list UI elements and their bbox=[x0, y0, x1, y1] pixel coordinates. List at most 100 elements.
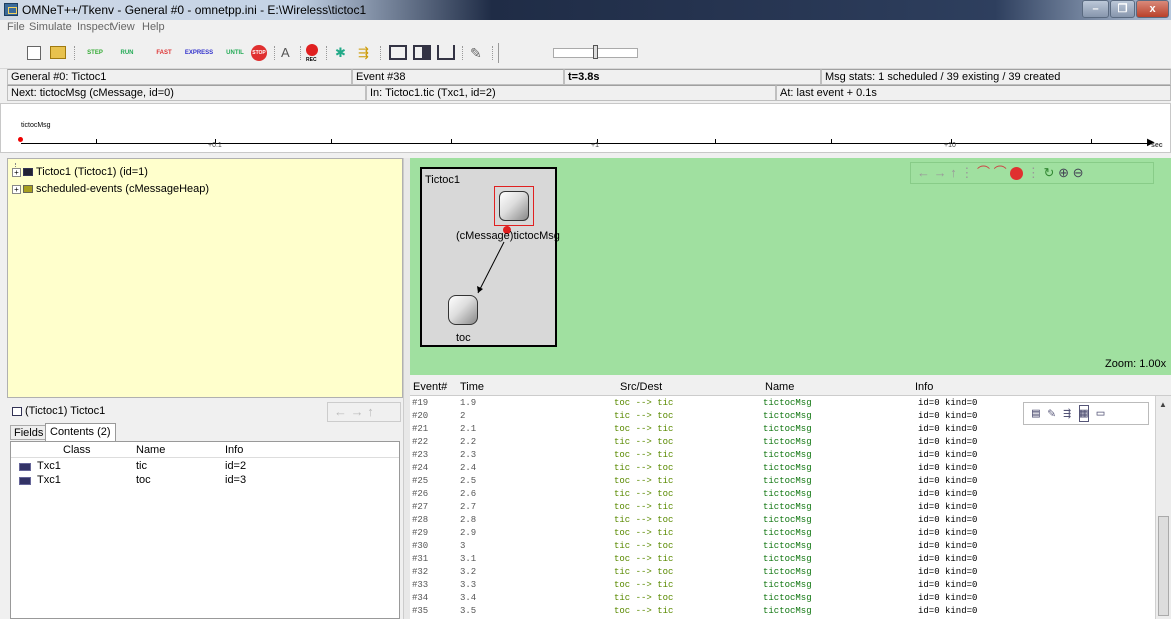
vertical-splitter[interactable] bbox=[403, 158, 410, 619]
filter-icon[interactable]: ⇶ bbox=[1063, 406, 1071, 421]
column-info[interactable]: Info bbox=[915, 381, 933, 393]
log-row[interactable]: #23 2.3 toc --> tic tictocMsg id=0 kind=0 bbox=[410, 450, 1155, 460]
log-row[interactable]: #21 2.1 toc --> tic tictocMsg id=0 kind=0 bbox=[410, 424, 1155, 434]
canvas-toolbar: ← → ↑ ⋮ ⌒ ⌒ ⋮ ↻ ⊕ ⊖ bbox=[910, 162, 1154, 184]
column-srcdest[interactable]: Src/Dest bbox=[620, 381, 662, 393]
menu-view[interactable]: View bbox=[111, 21, 135, 33]
find-icon[interactable]: ✎ bbox=[1048, 406, 1056, 421]
log-row[interactable]: #31 3.1 toc --> tic tictocMsg id=0 kind=0 bbox=[410, 554, 1155, 564]
back-icon[interactable]: ← bbox=[917, 165, 930, 180]
fast-button[interactable]: FAST bbox=[150, 43, 178, 63]
log-row[interactable]: #33 3.3 toc --> tic tictocMsg id=0 kind=0 bbox=[410, 580, 1155, 590]
expand-icon[interactable]: + bbox=[12, 167, 21, 177]
stop-button[interactable]: STOP bbox=[251, 45, 267, 61]
maximize-button[interactable]: ❐ bbox=[1110, 0, 1135, 18]
close-button[interactable]: x bbox=[1136, 0, 1169, 18]
log-cell-t: 3 bbox=[460, 541, 466, 551]
heap-icon bbox=[23, 185, 33, 194]
log-cell-n: tictocMsg bbox=[763, 541, 812, 551]
zoom-in-icon[interactable]: ⊕ bbox=[1058, 165, 1069, 180]
network-module[interactable]: Tictoc1 (cMessage)tictocMsg toc bbox=[420, 167, 560, 347]
zoom-out-icon[interactable]: ⊖ bbox=[1073, 165, 1084, 180]
log-row[interactable]: #27 2.7 toc --> tic tictocMsg id=0 kind=0 bbox=[410, 502, 1155, 512]
log-row[interactable]: #32 3.2 tic --> toc tictocMsg id=0 kind=0 bbox=[410, 567, 1155, 577]
log-header: Event# Time Src/Dest Name Info bbox=[410, 378, 1171, 396]
log-cell-n: tictocMsg bbox=[763, 593, 812, 603]
tree-item-label: scheduled-events (cMessageHeap) bbox=[36, 183, 210, 195]
until-button[interactable]: UNTIL bbox=[220, 43, 250, 63]
contents-header: Class Name Info bbox=[11, 442, 399, 458]
up-icon[interactable]: ↑ bbox=[950, 165, 957, 180]
text-view-icon[interactable]: ▭ bbox=[1097, 406, 1105, 421]
forward-icon[interactable]: → bbox=[351, 404, 364, 419]
column-time[interactable]: Time bbox=[460, 381, 484, 393]
express-button[interactable]: EXPRESS bbox=[182, 43, 216, 63]
toc-node[interactable] bbox=[448, 295, 478, 325]
step-button[interactable]: STEP bbox=[80, 43, 110, 63]
timeline-icon[interactable] bbox=[437, 45, 455, 60]
time-status: t=3.8s bbox=[564, 69, 821, 85]
expand-icon[interactable]: + bbox=[12, 184, 21, 194]
column-class[interactable]: Class bbox=[63, 444, 91, 456]
timeline-msg-marker[interactable] bbox=[18, 137, 23, 142]
network-icon[interactable]: ✱ bbox=[335, 45, 351, 61]
run-icon[interactable]: ⌒ bbox=[994, 165, 1007, 180]
log-row[interactable]: #35 3.5 toc --> tic tictocMsg id=0 kind=0 bbox=[410, 606, 1155, 616]
tab-contents[interactable]: Contents (2) bbox=[45, 423, 116, 441]
tree-item-tictoc1[interactable]: + Tictoc1 (Tictoc1) (id=1) bbox=[12, 165, 148, 179]
toolbar-separator bbox=[492, 46, 493, 60]
tic-node[interactable] bbox=[499, 191, 529, 221]
log-cell-i: id=0 kind=0 bbox=[918, 489, 978, 499]
menu-inspect[interactable]: Inspect bbox=[77, 21, 112, 33]
log-cell-t: 3.5 bbox=[460, 606, 477, 616]
timeline-tick bbox=[451, 139, 452, 144]
menu-help[interactable]: Help bbox=[142, 21, 165, 33]
log-scrollbar[interactable]: ▲ bbox=[1155, 396, 1171, 619]
log-row[interactable]: #30 3 tic --> toc tictocMsg id=0 kind=0 bbox=[410, 541, 1155, 551]
forward-icon[interactable]: → bbox=[934, 165, 947, 180]
stop-icon[interactable] bbox=[1010, 167, 1024, 181]
inspector-nav: ← → ↑ bbox=[327, 402, 401, 422]
tab-fields[interactable]: Fields bbox=[10, 425, 48, 440]
speed-slider-handle[interactable] bbox=[593, 45, 598, 59]
tree-item-scheduled-events[interactable]: + scheduled-events (cMessageHeap) bbox=[12, 182, 209, 196]
table-view-icon[interactable]: ▦ bbox=[1078, 405, 1089, 422]
log-row[interactable]: #22 2.2 tic --> toc tictocMsg id=0 kind=0 bbox=[410, 437, 1155, 447]
timeline[interactable]: tictocMsg ▶ +0.1 +1 +10 sec bbox=[0, 103, 1171, 153]
column-name[interactable]: Name bbox=[136, 444, 165, 456]
minimize-button[interactable]: – bbox=[1082, 0, 1109, 18]
menu-file[interactable]: File bbox=[7, 21, 25, 33]
up-icon[interactable]: ↑ bbox=[367, 404, 374, 419]
log-row[interactable]: #25 2.5 toc --> tic tictocMsg id=0 kind=0 bbox=[410, 476, 1155, 486]
column-event[interactable]: Event# bbox=[413, 381, 447, 393]
options-icon[interactable]: ✎ bbox=[470, 45, 482, 62]
run-button[interactable]: RUN bbox=[114, 43, 140, 63]
log-row[interactable]: #26 2.6 tic --> toc tictocMsg id=0 kind=0 bbox=[410, 489, 1155, 499]
layout-1-icon[interactable] bbox=[389, 45, 407, 60]
log-cell-n: tictocMsg bbox=[763, 580, 812, 590]
find-icon[interactable]: A bbox=[281, 45, 290, 60]
new-network-icon[interactable] bbox=[27, 46, 41, 60]
log-row[interactable]: #34 3.4 tic --> toc tictocMsg id=0 kind=0 bbox=[410, 593, 1155, 603]
log-cell-t: 2.8 bbox=[460, 515, 477, 525]
network-name: Tictoc1 bbox=[425, 174, 461, 186]
open-icon[interactable] bbox=[50, 46, 66, 59]
scroll-thumb[interactable] bbox=[1158, 516, 1169, 616]
list-item[interactable]: Txc1 tic id=2 bbox=[11, 460, 399, 474]
message-icon[interactable]: ⇶ bbox=[358, 45, 374, 61]
step-icon[interactable]: ⌒ bbox=[977, 165, 990, 180]
column-name[interactable]: Name bbox=[765, 381, 794, 393]
layout-2-icon[interactable] bbox=[413, 45, 431, 60]
copy-icon[interactable]: ▤ bbox=[1032, 406, 1040, 421]
log-row[interactable]: #28 2.8 tic --> toc tictocMsg id=0 kind=0 bbox=[410, 515, 1155, 525]
scroll-up-icon[interactable]: ▲ bbox=[1159, 400, 1167, 409]
log-row[interactable]: #24 2.4 tic --> toc tictocMsg id=0 kind=0 bbox=[410, 463, 1155, 473]
back-icon[interactable]: ← bbox=[334, 404, 347, 419]
list-item[interactable]: Txc1 toc id=3 bbox=[11, 474, 399, 488]
refresh-icon[interactable]: ↻ bbox=[1044, 165, 1055, 180]
log-row[interactable]: #29 2.9 toc --> tic tictocMsg id=0 kind=0 bbox=[410, 528, 1155, 538]
log-cell-e: #31 bbox=[412, 554, 429, 564]
record-icon[interactable] bbox=[306, 44, 318, 56]
menu-simulate[interactable]: Simulate bbox=[29, 21, 72, 33]
column-info[interactable]: Info bbox=[225, 444, 243, 456]
